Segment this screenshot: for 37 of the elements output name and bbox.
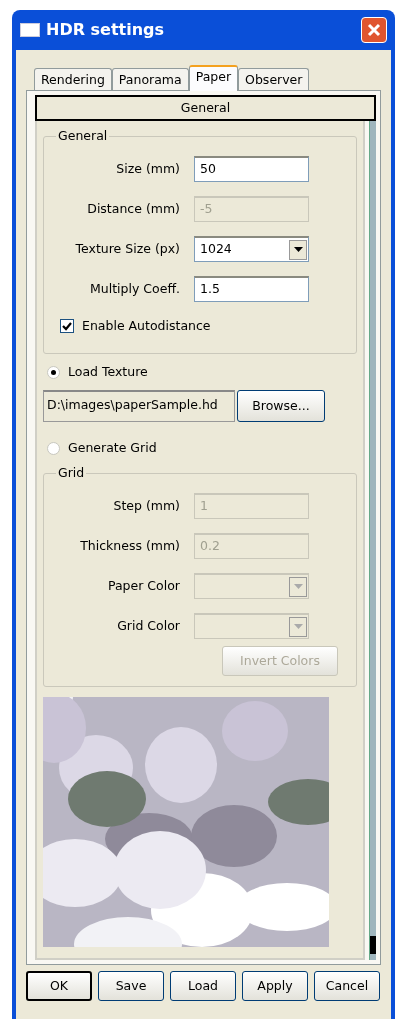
tab[interactable]: Panorama (111, 68, 189, 90)
window-title: HDR settings (46, 19, 165, 41)
tab[interactable]: Rendering (34, 68, 112, 90)
browse-button[interactable]: Browse... (237, 390, 325, 422)
scrollbar[interactable] (369, 121, 376, 960)
radio-label: Load Texture (68, 362, 148, 381)
section-header[interactable]: General (35, 95, 376, 121)
dialog-button[interactable]: Apply (242, 971, 308, 1001)
close-button[interactable] (361, 17, 387, 43)
field-label: Paper Color (107, 576, 180, 595)
tab[interactable]: Observer (238, 68, 310, 90)
dropdown-field[interactable]: 1024 (194, 236, 309, 262)
field-label: Texture Size (px) (74, 239, 180, 258)
radio-button[interactable] (47, 365, 60, 379)
scroll-thumb[interactable] (370, 936, 376, 954)
field-label: Step (mm) (112, 496, 180, 515)
field-label: Distance (mm) (86, 199, 180, 218)
field-label: Size (mm) (115, 159, 180, 178)
field-label: Grid Color (116, 616, 180, 635)
group-title: Grid (57, 466, 86, 480)
dialog-button[interactable]: Load (170, 971, 236, 1001)
radio-label: Generate Grid (68, 438, 157, 457)
path-field[interactable]: D:\images\paperSample.hd (43, 390, 235, 422)
dialog-button[interactable]: Cancel (314, 971, 380, 1001)
tab[interactable]: Paper (188, 65, 239, 91)
field-label: Thickness (mm) (79, 536, 180, 555)
checkbox[interactable] (60, 319, 74, 333)
input-field[interactable]: 1.5 (194, 276, 309, 302)
group-title: General (57, 129, 109, 143)
window-icon (20, 23, 40, 37)
input-field[interactable]: 50 (194, 156, 309, 182)
dialog-button[interactable]: OK (26, 971, 92, 1001)
checkbox-label: Enable Autodistance (82, 316, 211, 335)
radio-button[interactable] (47, 441, 60, 455)
dialog-button[interactable]: Save (98, 971, 164, 1001)
field-label: Multiply Coeff. (89, 279, 180, 298)
close-icon (366, 22, 382, 38)
